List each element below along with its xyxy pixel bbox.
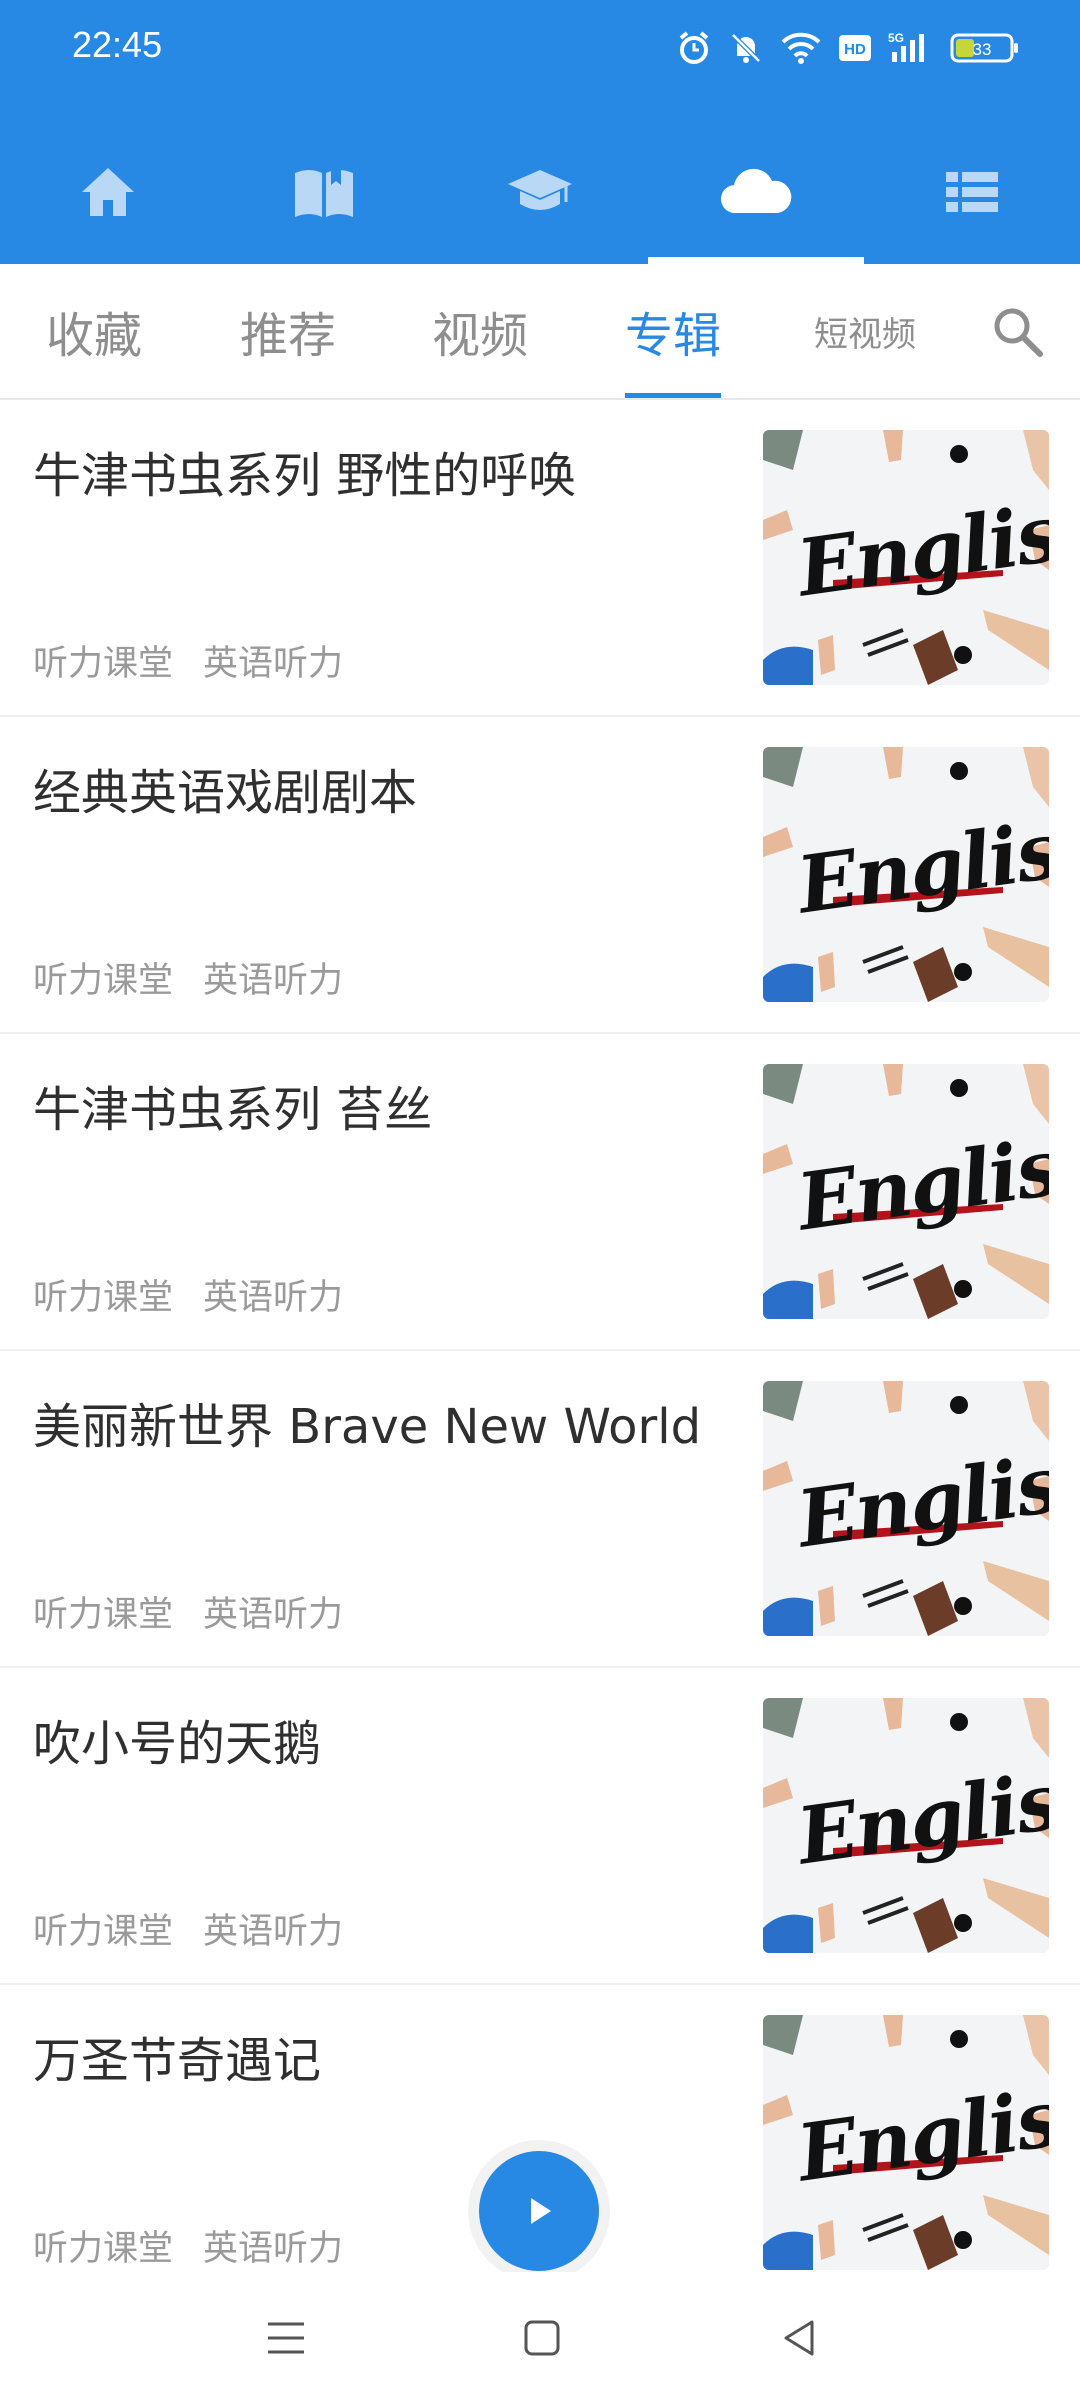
album-item[interactable]: 经典英语戏剧剧本 听力课堂 英语听力 English — [0, 717, 1080, 1034]
album-title: 吹小号的天鹅 — [33, 1716, 322, 1772]
status-bar: 22:45 HD 5G 33 — [0, 0, 1080, 96]
album-thumbnail: English — [763, 1381, 1049, 1636]
album-tags: 听力课堂 英语听力 — [33, 635, 343, 686]
alarm-icon — [679, 31, 709, 64]
album-item[interactable]: 牛津书虫系列 野性的呼唤 听力课堂 英语听力 English — [0, 400, 1080, 717]
album-tag: 听力课堂 — [33, 1912, 174, 1952]
album-tag: 听力课堂 — [33, 1595, 174, 1635]
home-icon — [82, 168, 134, 216]
album-title: 牛津书虫系列 野性的呼唤 — [33, 448, 577, 504]
system-nav-bar — [0, 2272, 1080, 2408]
book-icon — [295, 167, 353, 217]
album-title: 万圣节奇遇记 — [33, 2033, 322, 2089]
album-thumbnail: English — [763, 1064, 1049, 1319]
album-item[interactable]: 吹小号的天鹅 听力课堂 英语听力 English — [0, 1668, 1080, 1985]
nav-list[interactable] — [864, 120, 1080, 264]
album-tag: 听力课堂 — [33, 961, 174, 1001]
back-icon[interactable] — [778, 2316, 822, 2360]
album-tag: 英语听力 — [203, 1912, 344, 1952]
nav-cloud[interactable] — [648, 120, 864, 264]
album-item[interactable]: 美丽新世界 Brave New World 听力课堂 英语听力 English — [0, 1351, 1080, 1668]
album-tag: 听力课堂 — [33, 1278, 174, 1318]
search-icon[interactable] — [988, 302, 1048, 362]
menu-icon[interactable] — [264, 2316, 308, 2360]
tab-albums[interactable]: 专辑 — [625, 264, 721, 398]
album-tag: 英语听力 — [203, 1595, 344, 1635]
list-icon — [946, 172, 998, 212]
cloud-icon — [720, 168, 792, 214]
app-header: 22:45 HD 5G 33 — [0, 0, 1080, 264]
signal-5g-icon: 5G — [888, 31, 924, 62]
mute-icon — [731, 33, 761, 63]
hd-icon: HD — [839, 35, 871, 61]
nav-reading[interactable] — [216, 120, 432, 264]
album-tag: 英语听力 — [203, 961, 344, 1001]
tab-favorites[interactable]: 收藏 — [34, 264, 154, 398]
battery-level: 33 — [973, 40, 992, 59]
album-tags: 听力课堂 英语听力 — [33, 2220, 343, 2271]
album-list: 牛津书虫系列 野性的呼唤 听力课堂 英语听力 English 经典英语戏剧剧本 … — [0, 400, 1080, 2302]
nav-home[interactable] — [0, 120, 216, 264]
nav-courses[interactable] — [432, 120, 648, 264]
album-thumbnail: English — [763, 1698, 1049, 1953]
album-thumbnail: English — [763, 2015, 1049, 2270]
album-tags: 听力课堂 英语听力 — [33, 952, 343, 1003]
album-tags: 听力课堂 英语听力 — [33, 1586, 343, 1637]
top-nav — [0, 120, 1080, 264]
category-tabs: 收藏 推荐 视频 专辑 短视频 — [0, 264, 1080, 400]
tab-recommended[interactable]: 推荐 — [228, 264, 348, 398]
status-icons: HD 5G 33 — [676, 26, 1020, 70]
album-thumbnail: English — [763, 430, 1049, 685]
status-time: 22:45 — [72, 24, 163, 65]
album-title: 经典英语戏剧剧本 — [33, 765, 418, 821]
graduation-cap-icon — [508, 170, 572, 210]
album-item[interactable]: 牛津书虫系列 苔丝 听力课堂 英语听力 English — [0, 1034, 1080, 1351]
album-thumbnail: English — [763, 747, 1049, 1002]
album-tag: 英语听力 — [203, 644, 344, 684]
tab-video[interactable]: 视频 — [420, 264, 540, 398]
album-tag: 听力课堂 — [33, 644, 174, 684]
album-tags: 听力课堂 英语听力 — [33, 1269, 343, 1320]
album-title: 牛津书虫系列 苔丝 — [33, 1082, 433, 1138]
album-tag: 英语听力 — [203, 2229, 344, 2269]
play-icon — [531, 2198, 551, 2224]
album-tags: 听力课堂 英语听力 — [33, 1903, 343, 1954]
album-tag: 英语听力 — [203, 1278, 344, 1318]
svg-text:5G: 5G — [888, 31, 904, 45]
svg-text:HD: HD — [844, 41, 866, 58]
home-square-icon[interactable] — [520, 2316, 564, 2360]
wifi-icon — [781, 32, 821, 64]
battery-icon: 33 — [950, 33, 1018, 63]
tab-short-video[interactable]: 短视频 — [800, 264, 930, 398]
play-button[interactable] — [479, 2151, 599, 2271]
album-tag: 听力课堂 — [33, 2229, 174, 2269]
album-title: 美丽新世界 Brave New World — [33, 1399, 702, 1455]
